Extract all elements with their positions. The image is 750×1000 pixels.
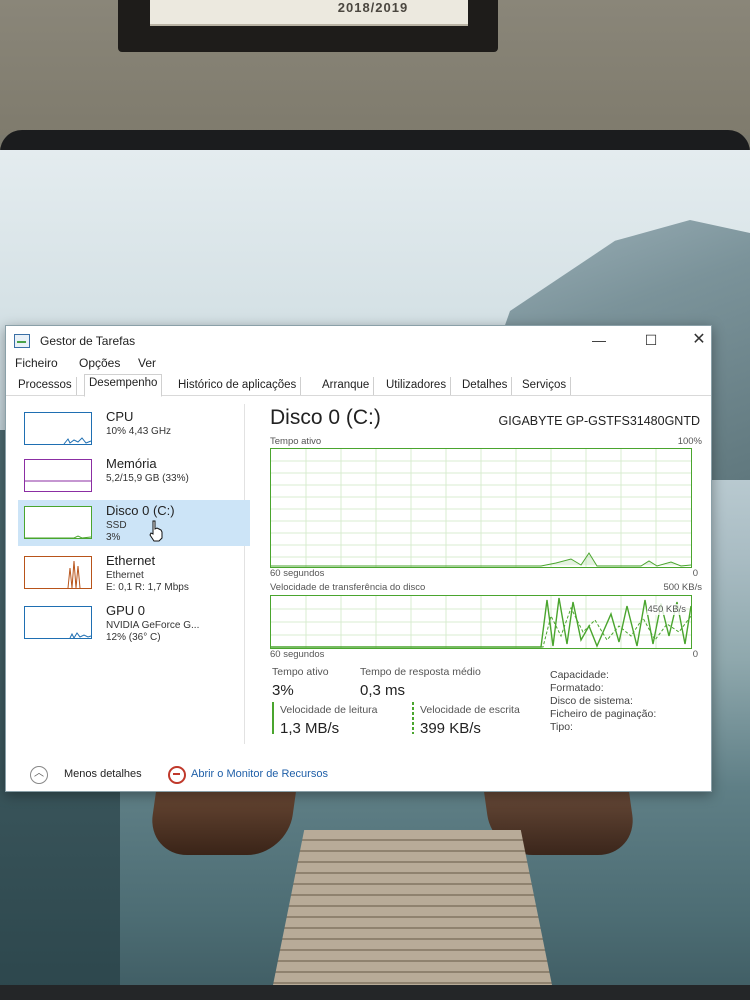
transfer-graph-duration: 60 segundos (270, 649, 325, 660)
window-title: Gestor de Tarefas (40, 334, 136, 348)
gpu-thumbnail-graph (24, 606, 92, 639)
tab-details[interactable]: Detalhes (458, 377, 513, 395)
active-time-graph-min: 0 (692, 568, 698, 579)
monitor-bezel (0, 130, 750, 152)
read-speed-indicator (272, 702, 274, 734)
cpu-usage: 10% 4,43 GHz (106, 426, 172, 437)
read-speed-value: 1,3 MB/s (280, 720, 340, 737)
memory-usage: 5,2/15,9 GB (33%) (106, 473, 189, 484)
menu-view[interactable]: Ver (138, 356, 156, 370)
disk-usage: 3% (106, 532, 121, 543)
footer-bar: ︿ Menos detalhes Abrir o Monitor de Recu… (6, 758, 711, 788)
cpu-label: CPU (106, 409, 134, 424)
close-button[interactable]: ✕ (676, 329, 722, 351)
write-speed-indicator (412, 702, 414, 734)
resource-list: CPU 10% 4,43 GHz Memória 5,2/15,9 GB (33… (14, 404, 250, 744)
transfer-rate-graph (270, 595, 692, 649)
ethernet-throughput: E: 0,1 R: 1,7 Mbps (106, 582, 189, 593)
resource-cpu[interactable]: CPU 10% 4,43 GHz (18, 406, 250, 452)
response-time-value: 0,3 ms (360, 682, 406, 699)
active-time-value: 3% (272, 682, 294, 699)
active-time-graph-duration: 60 segundos (270, 568, 325, 579)
write-speed-label: Velocidade de escrita (420, 704, 520, 716)
active-time-graph-label: Tempo ativo (270, 436, 322, 447)
tab-processes[interactable]: Processos (14, 377, 77, 395)
title-bar[interactable]: Gestor de Tarefas — ☐ ✕ (6, 326, 711, 354)
page-file-label: Ficheiro de paginação: (550, 708, 657, 720)
write-speed-value: 399 KB/s (420, 720, 481, 737)
transfer-graph-max: 500 KB/s (663, 582, 702, 593)
chevron-up-icon[interactable]: ︿ (30, 766, 48, 784)
disk-title: Disco 0 (C:) (270, 406, 381, 429)
tab-app-history[interactable]: Histórico de aplicações (174, 377, 302, 395)
tab-performance[interactable]: Desempenho (84, 374, 163, 397)
frame-label: 2018/2019 (337, 0, 409, 15)
resource-disk[interactable]: Disco 0 (C:) SSD 3% (18, 500, 250, 546)
disk-detail-panel: Disco 0 (C:) GIGABYTE GP-GSTFS31480GNTD … (268, 404, 704, 774)
maximize-button[interactable]: ☐ (628, 329, 674, 351)
formatted-label: Formatado: (550, 682, 604, 694)
system-disk-label: Disco de sistema: (550, 695, 633, 707)
read-speed-label: Velocidade de leitura (280, 704, 378, 716)
ethernet-label: Ethernet (106, 553, 156, 568)
active-time-label: Tempo ativo (272, 666, 329, 678)
disk-model: GIGABYTE GP-GSTFS31480GNTD (498, 414, 700, 428)
wallpaper-dock (270, 830, 555, 1000)
ethernet-adapter: Ethernet (106, 570, 144, 581)
active-time-graph (270, 448, 692, 568)
transfer-graph-min: 0 (692, 649, 698, 660)
hand-cursor-icon (149, 520, 163, 542)
fewer-details-button[interactable]: Menos detalhes (64, 768, 142, 780)
wallpaper-boat-left (147, 785, 297, 855)
gpu-label: GPU 0 (106, 603, 146, 618)
type-label: Tipo: (550, 721, 573, 733)
disk-thumbnail-graph (24, 506, 92, 539)
gpu-usage: 12% (36° C) (106, 632, 161, 643)
resource-memory[interactable]: Memória 5,2/15,9 GB (33%) (18, 453, 250, 499)
transfer-graph-marker: 450 KB/s (647, 604, 686, 615)
resource-monitor-icon[interactable] (168, 766, 186, 784)
menu-options[interactable]: Opções (79, 356, 120, 370)
tab-users[interactable]: Utilizadores (382, 377, 452, 395)
tab-bar: Processos Desempenho Histórico de aplica… (6, 373, 711, 397)
transfer-graph-label: Velocidade de transferência do disco (270, 582, 426, 593)
gpu-model: NVIDIA GeForce G... (106, 620, 200, 631)
cpu-thumbnail-graph (24, 412, 92, 445)
disk-label: Disco 0 (C:) (106, 503, 175, 518)
task-manager-icon (14, 334, 30, 348)
disk-type: SSD (106, 520, 127, 531)
capacity-label: Capacidade: (550, 669, 609, 681)
memory-label: Memória (106, 456, 157, 471)
open-resource-monitor-link[interactable]: Abrir o Monitor de Recursos (191, 768, 328, 780)
resource-gpu[interactable]: GPU 0 NVIDIA GeForce G... 12% (36° C) (18, 600, 250, 646)
resource-ethernet[interactable]: Ethernet Ethernet E: 0,1 R: 1,7 Mbps (18, 550, 250, 596)
active-time-graph-max: 100% (677, 436, 702, 447)
response-time-label: Tempo de resposta médio (360, 666, 481, 678)
ethernet-thumbnail-graph (24, 556, 92, 589)
menu-bar: Ficheiro Opções Ver (6, 354, 711, 372)
menu-file[interactable]: Ficheiro (15, 356, 58, 370)
task-manager-window: Gestor de Tarefas — ☐ ✕ Ficheiro Opções … (5, 325, 712, 792)
monitor-bottom-bezel (0, 985, 750, 1000)
tab-startup[interactable]: Arranque (318, 377, 375, 395)
tab-services[interactable]: Serviços (518, 377, 572, 395)
minimize-button[interactable]: — (576, 329, 622, 351)
memory-thumbnail-graph (24, 459, 92, 492)
